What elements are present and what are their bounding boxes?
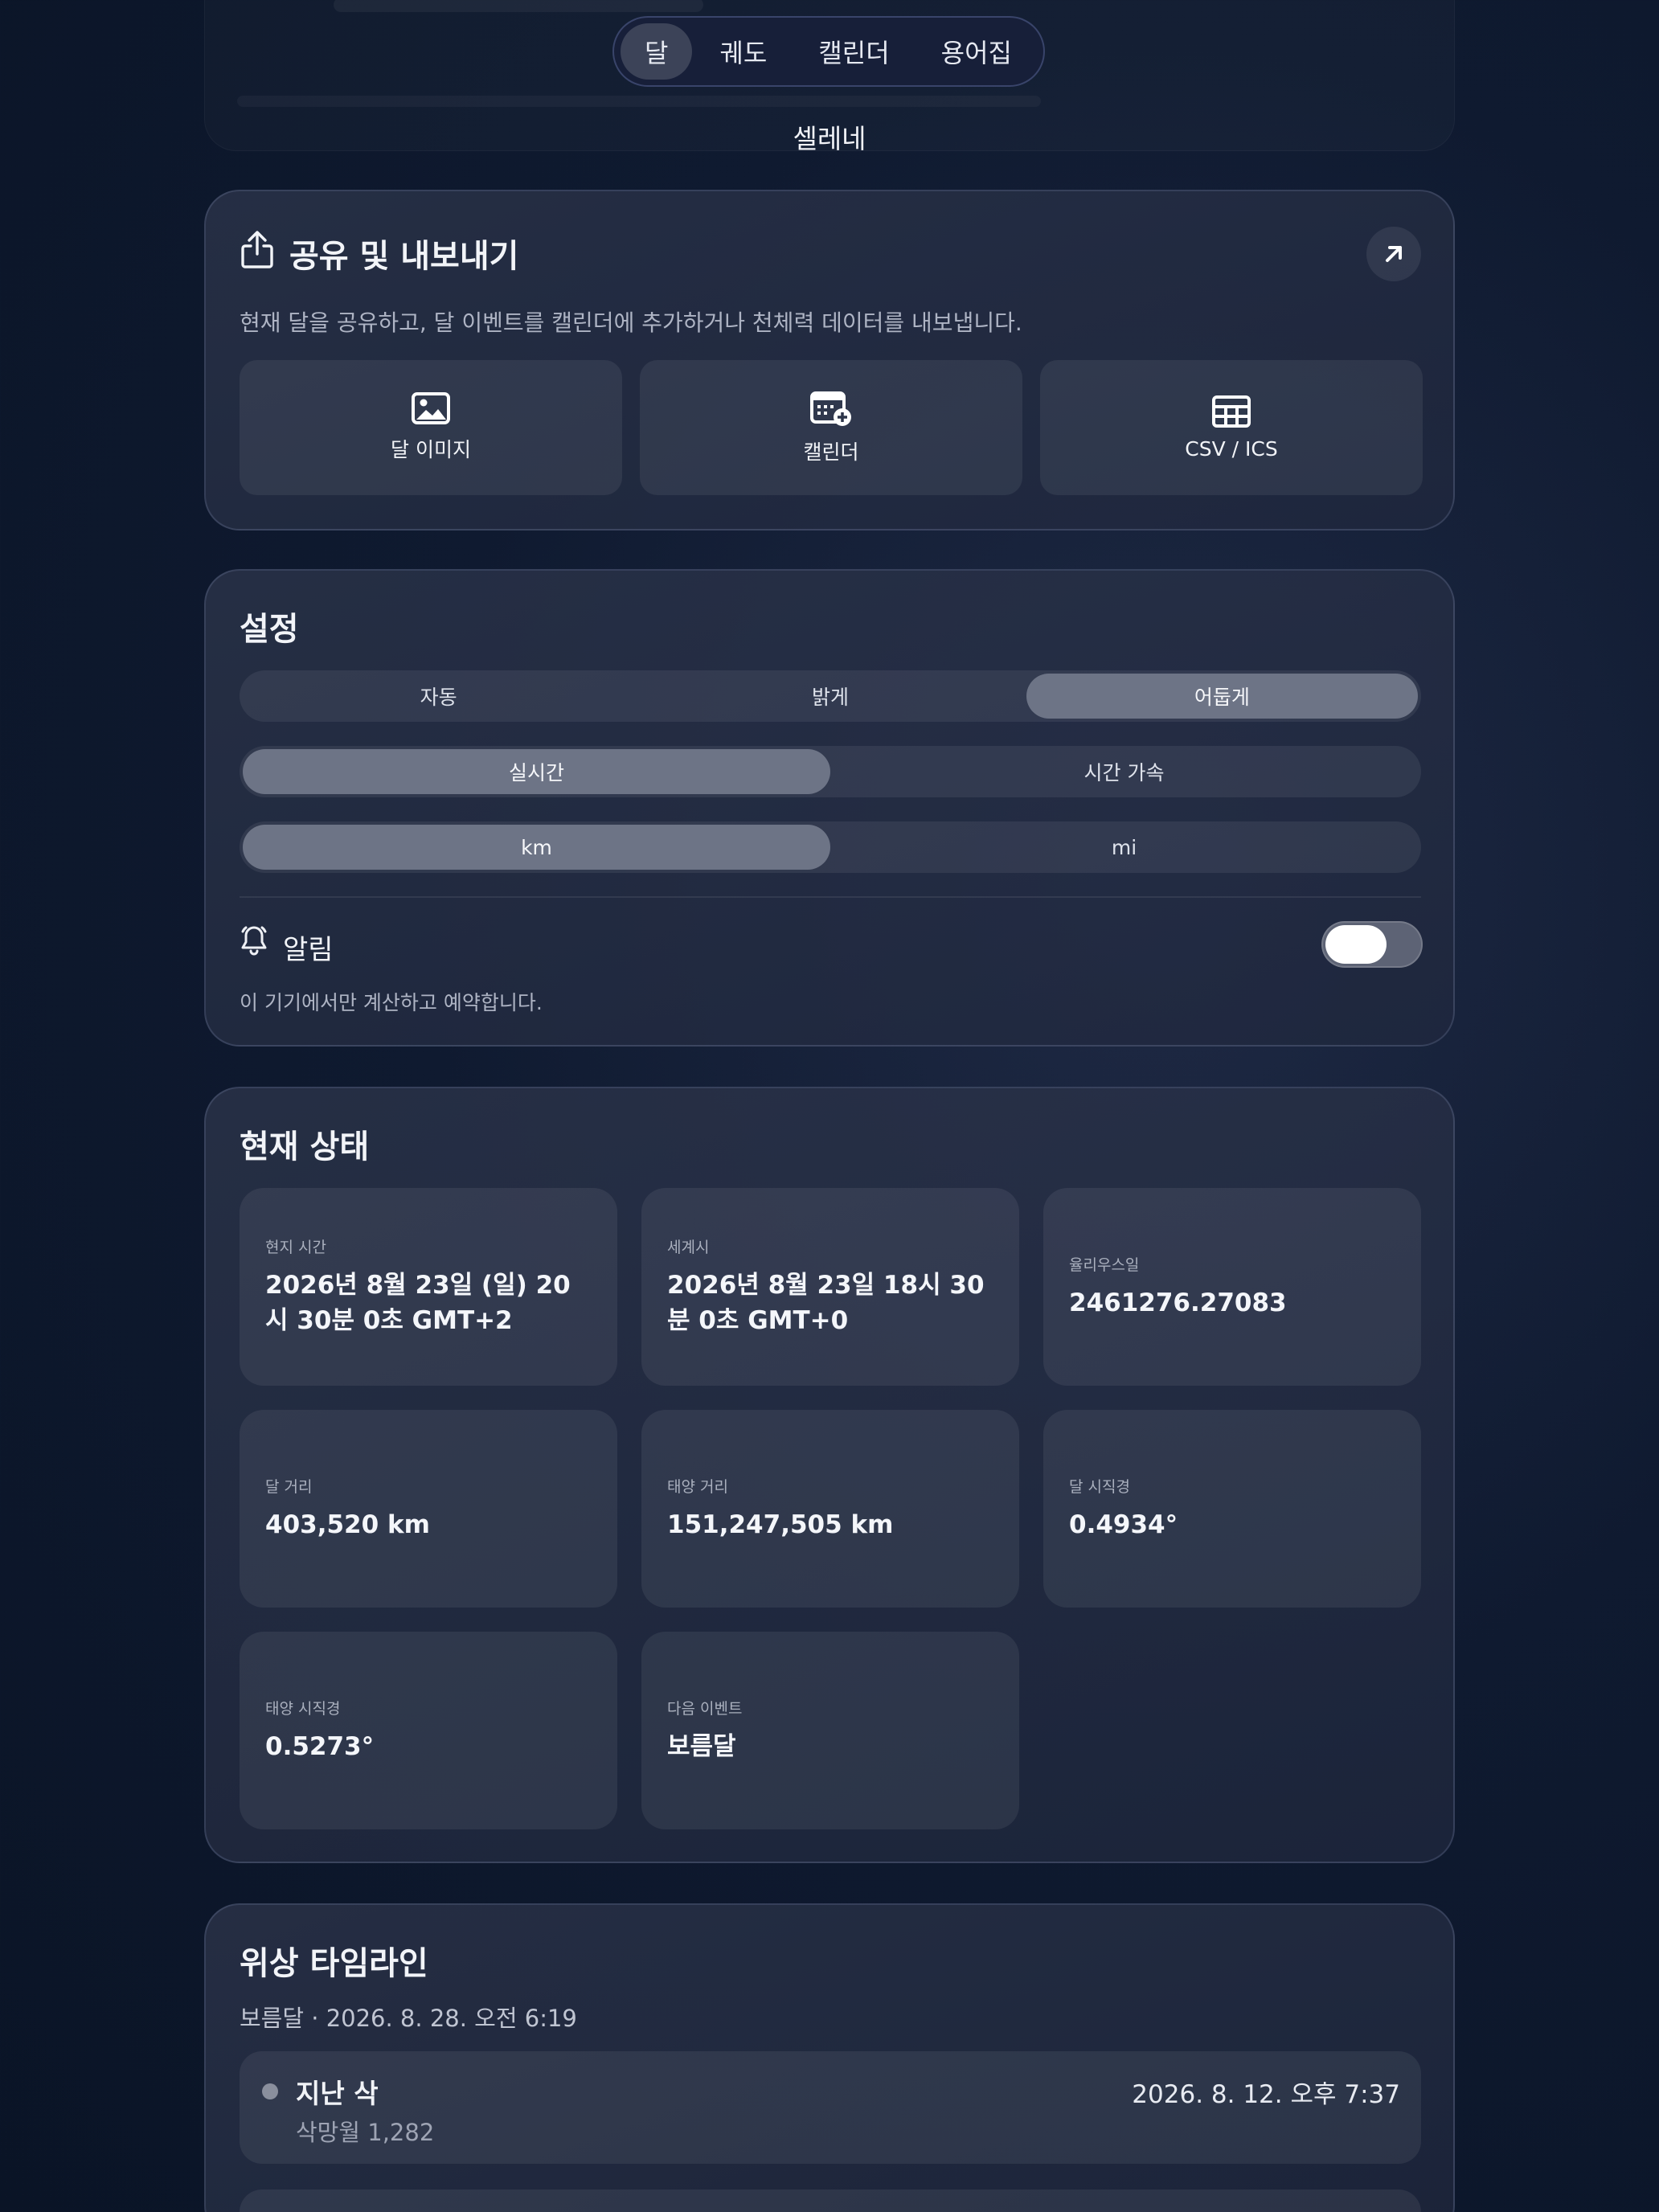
- tab-glossary[interactable]: 용어집: [917, 23, 1036, 80]
- share-moon-image-button[interactable]: 달 이미지: [240, 360, 622, 495]
- theme-option-light[interactable]: 밝게: [634, 674, 1026, 719]
- timeline-item[interactable]: 지난 삭 삭망월 1,282 2026. 8. 12. 오후 7:37: [240, 2051, 1421, 2164]
- ghost-line: [334, 0, 703, 12]
- units-selector: km mi: [240, 821, 1421, 873]
- stat-value: 2461276.27083: [1069, 1288, 1287, 1317]
- theme-option-auto[interactable]: 자동: [243, 674, 634, 719]
- stat-label: 다음 이벤트: [667, 1699, 743, 1718]
- stat-value: 0.4934°: [1069, 1509, 1178, 1539]
- stat-universal-time: 세계시 2026년 8월 23일 18시 30분 0초 GMT+0: [641, 1188, 1019, 1386]
- calendar-add-icon: [810, 391, 851, 426]
- notifications-description: 이 기기에서만 계산하고 예약합니다.: [240, 991, 543, 1014]
- settings-title: 설정: [240, 611, 299, 648]
- share-icon: [241, 231, 273, 268]
- current-status-card: 현재 상태 현지 시간 2026년 8월 23일 (일) 20시 30분 0초 …: [204, 1087, 1455, 1863]
- timeline-title: 위상 타임라인: [240, 1945, 428, 1982]
- share-export-card: 공유 및 내보내기 현재 달을 공유하고, 달 이벤트를 캘린더에 추가하거나 …: [204, 190, 1455, 530]
- stat-label: 율리우스일: [1069, 1256, 1140, 1274]
- stat-moon-apparent-diameter: 달 시직경 0.4934°: [1043, 1410, 1421, 1608]
- theme-option-dark[interactable]: 어둡게: [1026, 674, 1418, 719]
- stat-next-event: 다음 이벤트 보름달: [641, 1632, 1019, 1829]
- top-nav: 달 궤도 캘린더 용어집: [612, 16, 1045, 87]
- notifications-toggle[interactable]: [1321, 921, 1423, 968]
- stat-moon-distance: 달 거리 403,520 km: [240, 1410, 617, 1608]
- stat-label: 태양 거리: [667, 1477, 728, 1496]
- stat-sun-apparent-diameter: 태양 시직경 0.5273°: [240, 1632, 617, 1829]
- stat-julian-day: 율리우스일 2461276.27083: [1043, 1188, 1421, 1386]
- time-mode-realtime[interactable]: 실시간: [243, 749, 830, 794]
- bell-icon: [241, 926, 267, 956]
- stat-label: 태양 시직경: [265, 1699, 341, 1718]
- stat-value: 151,247,505 km: [667, 1509, 894, 1539]
- stat-sun-distance: 태양 거리 151,247,505 km: [641, 1410, 1019, 1608]
- open-external-button[interactable]: [1366, 227, 1421, 281]
- timeline-item-date: 2026. 8. 12. 오후 7:37: [1132, 2080, 1400, 2109]
- stat-label: 달 거리: [265, 1477, 313, 1496]
- status-title: 현재 상태: [240, 1129, 370, 1165]
- notifications-label: 알림: [283, 934, 334, 966]
- stat-label: 세계시: [667, 1239, 710, 1257]
- phase-timeline-card: 위상 타임라인 보름달 · 2026. 8. 28. 오전 6:19 지난 삭 …: [204, 1903, 1455, 2212]
- tab-moon[interactable]: 달: [621, 23, 693, 80]
- settings-divider: [240, 896, 1421, 898]
- app-brand: 셀레네: [793, 123, 866, 154]
- share-button-label: 캘린더: [803, 440, 859, 464]
- share-title: 공유 및 내보내기: [289, 238, 519, 275]
- stat-label: 현지 시간: [265, 1239, 326, 1257]
- stat-value: 보름달: [667, 1731, 736, 1761]
- ghost-line: [237, 96, 1041, 107]
- timeline-subtitle: 보름달 · 2026. 8. 28. 오전 6:19: [240, 2005, 577, 2032]
- tab-calendar[interactable]: 캘린더: [794, 23, 913, 80]
- timeline-item-partial[interactable]: [240, 2189, 1421, 2212]
- share-description: 현재 달을 공유하고, 달 이벤트를 캘린더에 추가하거나 천체력 데이터를 내…: [240, 309, 1022, 336]
- units-mi[interactable]: mi: [830, 825, 1418, 870]
- table-icon: [1212, 395, 1251, 428]
- units-km[interactable]: km: [243, 825, 830, 870]
- add-to-calendar-button[interactable]: 캘린더: [640, 360, 1022, 495]
- share-button-label: 달 이미지: [391, 438, 471, 461]
- timeline-item-name: 지난 삭: [296, 2078, 379, 2109]
- theme-selector: 자동 밝게 어둡게: [240, 670, 1421, 722]
- tab-orbit[interactable]: 궤도: [695, 23, 791, 80]
- stat-label: 달 시직경: [1069, 1477, 1130, 1496]
- toggle-knob: [1325, 925, 1387, 964]
- time-mode-accelerated[interactable]: 시간 가속: [830, 749, 1418, 794]
- image-icon: [412, 392, 450, 424]
- stat-value: 0.5273°: [265, 1731, 375, 1761]
- stat-value: 2026년 8월 23일 (일) 20시 30분 0초 GMT+2: [265, 1271, 571, 1335]
- stat-local-time: 현지 시간 2026년 8월 23일 (일) 20시 30분 0초 GMT+2: [240, 1188, 617, 1386]
- stat-value: 2026년 8월 23일 18시 30분 0초 GMT+0: [667, 1271, 985, 1335]
- timeline-dot: [262, 2083, 278, 2099]
- stat-value: 403,520 km: [265, 1509, 430, 1539]
- time-mode-selector: 실시간 시간 가속: [240, 746, 1421, 797]
- export-csv-ics-button[interactable]: CSV / ICS: [1040, 360, 1423, 495]
- timeline-item-sub: 삭망월 1,282: [296, 2119, 435, 2146]
- arrow-up-right-icon: [1386, 246, 1402, 262]
- share-button-label: CSV / ICS: [1185, 436, 1278, 461]
- settings-card: 설정 자동 밝게 어둡게 실시간 시간 가속 km mi 알림 이 기기에서만 …: [204, 569, 1455, 1047]
